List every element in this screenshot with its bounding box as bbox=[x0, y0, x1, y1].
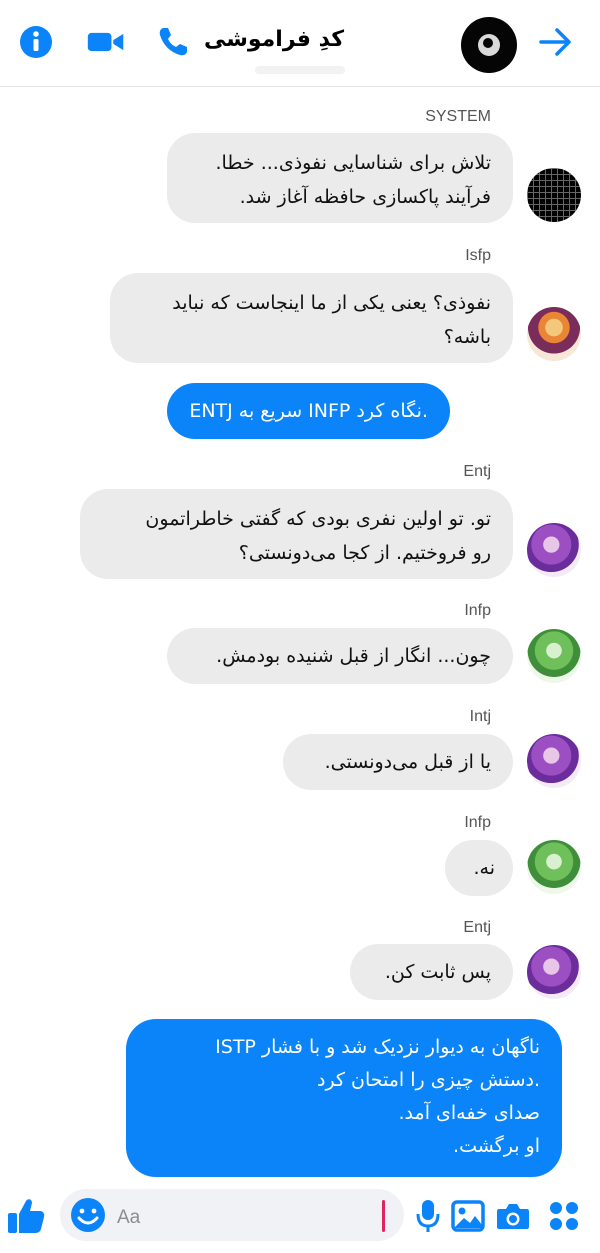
message-line: یا از قبل می‌دونستی. bbox=[324, 751, 491, 773]
group-avatar[interactable] bbox=[461, 17, 517, 73]
message-line: ناگهان به دیوار نزدیک شد و با فشار ISTP bbox=[215, 1036, 540, 1058]
forward-arrow-icon[interactable] bbox=[536, 22, 576, 62]
message-line: رو فروختیم. از کجا می‌دونستی؟ bbox=[238, 542, 491, 564]
narration-bubble[interactable]: ناگهان به دیوار نزدیک شد و با فشار ISTP … bbox=[126, 1019, 562, 1177]
emoji-icon[interactable] bbox=[68, 1195, 108, 1235]
sender-name: Infp bbox=[464, 814, 491, 831]
sender-name: SYSTEM bbox=[425, 108, 491, 125]
text-caret bbox=[382, 1200, 385, 1232]
sender-name: Entj bbox=[463, 919, 491, 936]
message-line: چون... انگار از قبل شنیده بودمش. bbox=[216, 645, 491, 667]
message-line: پس ثابت کن. bbox=[384, 961, 491, 983]
microphone-icon[interactable] bbox=[408, 1196, 448, 1236]
message-bubble[interactable]: یا از قبل می‌دونستی. bbox=[283, 734, 513, 790]
message-line: نه. bbox=[473, 857, 495, 879]
info-icon[interactable] bbox=[16, 22, 56, 62]
message-line: .نگاه کرد INFP سریع به ENTJ bbox=[189, 400, 428, 422]
input-placeholder: Aa bbox=[117, 1207, 141, 1228]
infp-avatar[interactable] bbox=[527, 629, 581, 683]
sender-name: Infp bbox=[464, 602, 491, 619]
message-line: فرآیند پاکسازی حافظه آغاز شد. bbox=[239, 186, 491, 208]
phone-icon[interactable] bbox=[153, 22, 193, 62]
camera-icon[interactable] bbox=[493, 1196, 533, 1236]
narration-bubble[interactable]: .نگاه کرد INFP سریع به ENTJ bbox=[167, 383, 450, 439]
intj-avatar[interactable] bbox=[527, 734, 581, 788]
message-line: صدای خفه‌ای آمد. bbox=[398, 1102, 541, 1124]
entj-avatar[interactable] bbox=[527, 945, 581, 999]
infp-avatar[interactable] bbox=[527, 840, 581, 894]
system-avatar[interactable] bbox=[527, 168, 581, 222]
message-bubble[interactable]: نفوذی؟ یعنی یکی از ما اینجاست که نباید ب… bbox=[110, 273, 513, 363]
entj-avatar[interactable] bbox=[527, 523, 581, 577]
header-divider bbox=[255, 66, 345, 74]
group-logo-icon bbox=[478, 34, 500, 56]
message-line: تلاش برای شناسایی نفوذی... خطا. bbox=[215, 152, 492, 174]
sender-name: Intj bbox=[469, 708, 491, 725]
sender-name: Entj bbox=[463, 463, 491, 480]
message-bubble[interactable]: پس ثابت کن. bbox=[350, 944, 513, 1000]
message-bubble[interactable]: تو. تو اولین نفری بودی که گفتی خاطراتمون… bbox=[80, 489, 513, 579]
message-line: باشه؟ bbox=[443, 326, 491, 348]
message-bubble[interactable]: چون... انگار از قبل شنیده بودمش. bbox=[167, 628, 513, 684]
message-bubble[interactable]: تلاش برای شناسایی نفوذی... خطا. فرآیند پ… bbox=[167, 133, 513, 223]
apps-icon[interactable] bbox=[544, 1196, 584, 1236]
gallery-icon[interactable] bbox=[448, 1196, 488, 1236]
message-line: تو. تو اولین نفری بودی که گفتی خاطراتمون bbox=[145, 508, 491, 530]
chat-title: کدِ فراموشی bbox=[204, 27, 345, 52]
isfp-avatar[interactable] bbox=[527, 307, 581, 361]
like-icon[interactable] bbox=[6, 1196, 46, 1236]
message-input[interactable] bbox=[60, 1189, 404, 1241]
message-line: او برگشت. bbox=[453, 1135, 540, 1157]
video-call-icon[interactable] bbox=[86, 22, 126, 62]
message-line: .دستش چیزی را امتحان کرد bbox=[316, 1069, 540, 1091]
sender-name: Isfp bbox=[465, 247, 491, 264]
message-line: نفوذی؟ یعنی یکی از ما اینجاست که نباید bbox=[172, 292, 491, 314]
message-bubble[interactable]: نه. bbox=[445, 840, 513, 896]
chat-header: کدِ فراموشی bbox=[0, 0, 600, 87]
